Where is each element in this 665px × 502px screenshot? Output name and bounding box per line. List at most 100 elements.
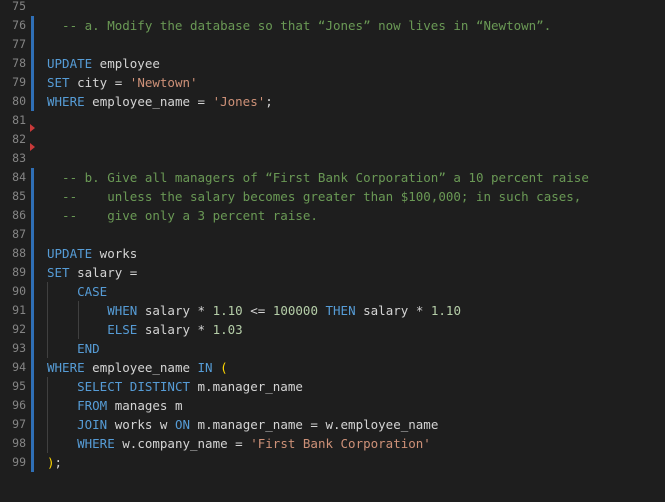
line-number: 96 [12,398,26,412]
modified-line-indicator[interactable] [31,35,34,54]
code-token: ( [220,360,228,375]
code-line[interactable]: 94 WHERE employee_name IN ( [0,358,665,377]
modified-line-indicator[interactable] [31,358,34,377]
code-line[interactable]: 85 -- unless the salary becomes greater … [0,187,665,206]
code-line[interactable]: 97 JOIN works w ON m.manager_name = w.em… [0,415,665,434]
code-text: UPDATE works [47,244,137,263]
code-text: ELSE salary * 1.03 [47,320,243,339]
code-line[interactable]: 86 -- give only a 3 percent raise. [0,206,665,225]
line-number: 93 [12,341,26,355]
code-text: JOIN works w ON m.manager_name = w.emplo… [47,415,438,434]
code-line[interactable]: 75 [0,0,665,16]
code-line[interactable]: 98 WHERE w.company_name = 'First Bank Co… [0,434,665,453]
code-text: SET salary = [47,263,137,282]
code-line[interactable]: 77 [0,35,665,54]
modified-line-indicator[interactable] [31,282,34,301]
code-token: employee [92,56,160,71]
code-line[interactable]: 78 UPDATE employee [0,54,665,73]
code-token: salary * [137,303,213,318]
line-number: 85 [12,189,26,203]
string-token: 'Jones' [212,94,266,109]
keyword-token: JOIN [77,417,108,432]
keyword-token: SET [47,75,70,90]
modified-line-indicator[interactable] [31,244,34,263]
number-token: 1.10 [212,303,243,318]
code-text: END [47,339,100,358]
code-text: WHERE w.company_name = 'First Bank Corpo… [47,434,431,453]
modified-line-indicator[interactable] [31,415,34,434]
keyword-token: UPDATE [47,246,93,261]
code-text: WHERE employee_name IN ( [47,358,228,377]
code-line[interactable]: 96 FROM manages m [0,396,665,415]
comment-token: -- a. Modify the database so that “Jones… [47,18,552,33]
code-line[interactable]: 81 [0,111,665,132]
keyword-token: IN [197,360,213,375]
code-text: WHERE employee_name = 'Jones'; [47,92,273,111]
code-token: ; [265,94,273,109]
code-token: salary * [355,303,431,318]
code-line[interactable]: 91 WHEN salary * 1.10 <= 100000 THEN sal… [0,301,665,320]
code-editor[interactable]: 75 76 -- a. Modify the database so that “… [0,0,665,502]
code-line[interactable]: 83 [0,149,665,168]
number-token: 1.03 [212,322,243,337]
code-line[interactable]: 79 SET city = 'Newtown' [0,73,665,92]
line-number: 75 [12,0,26,13]
code-token: works [92,246,138,261]
code-line[interactable]: 84 -- b. Give all managers of “First Ban… [0,168,665,187]
modified-line-indicator[interactable] [31,320,34,339]
modified-line-indicator[interactable] [31,16,34,35]
modified-line-indicator[interactable] [31,377,34,396]
keyword-token: WHERE [47,94,85,109]
code-text: UPDATE employee [47,54,160,73]
modified-line-indicator[interactable] [31,92,34,111]
keyword-token: WHERE [47,360,85,375]
line-number: 79 [12,75,26,89]
modified-line-indicator[interactable] [31,453,34,472]
comment-token: -- give only a 3 percent raise. [47,208,318,223]
modified-line-indicator[interactable] [31,434,34,453]
string-token: 'First Bank Corporation' [250,436,431,451]
modified-line-indicator[interactable] [31,396,34,415]
code-line[interactable]: 90 CASE [0,282,665,301]
string-token: 'Newtown' [129,75,198,90]
modified-line-indicator[interactable] [31,168,34,187]
modified-line-indicator[interactable] [31,263,34,282]
line-number: 95 [12,379,26,393]
keyword-token: END [77,341,100,356]
code-token: salary = [69,265,138,280]
code-line[interactable]: 88 UPDATE works [0,244,665,263]
code-line[interactable]: 93 END [0,339,665,358]
code-token: manages m [107,398,183,413]
modified-line-indicator[interactable] [31,339,34,358]
line-number: 91 [12,303,26,317]
modified-line-indicator[interactable] [31,54,34,73]
modified-line-indicator[interactable] [31,206,34,225]
code-line[interactable]: 95 SELECT DISTINCT m.manager_name [0,377,665,396]
keyword-token: ON [174,417,191,432]
code-line[interactable]: 82 [0,130,665,151]
modified-line-indicator[interactable] [31,73,34,92]
code-token: employee_name = [84,94,213,109]
code-line[interactable]: 87 [0,225,665,244]
comment-token: -- b. Give all managers of “First Bank C… [47,170,589,185]
code-line[interactable]: 80 WHERE employee_name = 'Jones'; [0,92,665,111]
modified-line-indicator[interactable] [31,187,34,206]
keyword-token: UPDATE [47,56,93,71]
code-line[interactable]: 89 SET salary = [0,263,665,282]
modified-line-indicator[interactable] [31,301,34,320]
code-token: w.company_name = [114,436,251,451]
code-token: <= [242,303,273,318]
code-line[interactable]: 99); [0,453,665,472]
line-number: 99 [12,455,26,469]
line-number: 89 [12,265,26,279]
modified-line-indicator[interactable] [31,225,34,244]
code-line[interactable]: 92 ELSE salary * 1.03 [0,320,665,339]
keyword-token: THEN [325,303,356,318]
code-line[interactable]: 76 -- a. Modify the database so that “Jo… [0,16,665,35]
